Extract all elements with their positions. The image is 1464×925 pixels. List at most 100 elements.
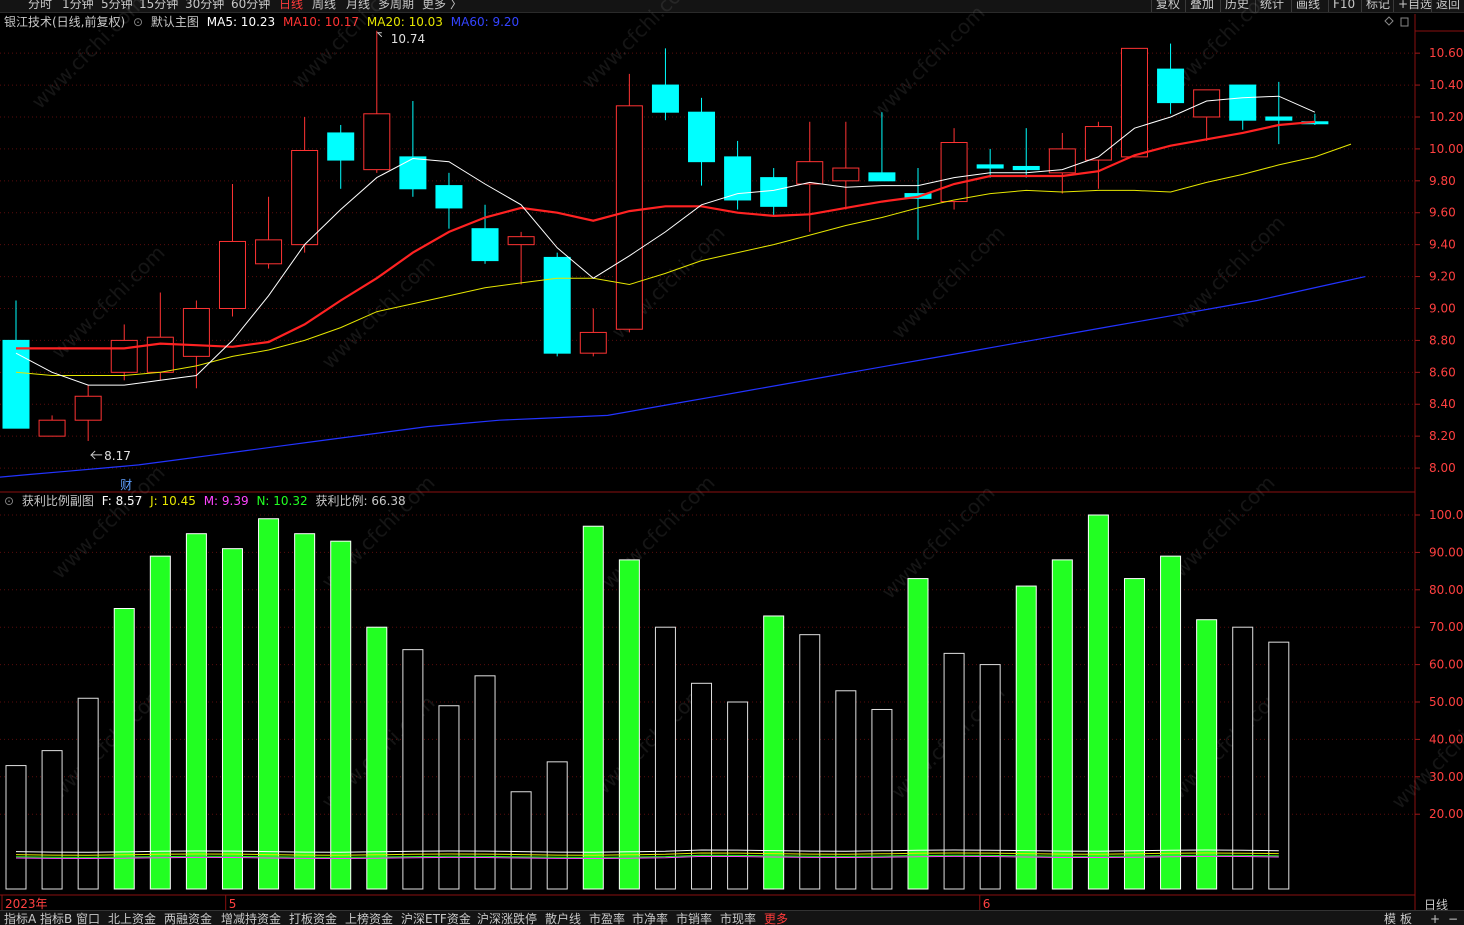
y-tick-label: 9.40	[1429, 238, 1456, 252]
watermark-text: www.cfchi.com	[1167, 211, 1290, 334]
ratio-bar-green	[618, 559, 640, 890]
ratio-bar-green	[1123, 578, 1145, 890]
watermark-text: www.cfchi.com	[887, 221, 1010, 344]
watermark-text: www.cfchi.com	[317, 251, 440, 374]
indicator-tab-9[interactable]: 沪深涨跌停	[477, 912, 537, 925]
candle-body-down	[760, 177, 788, 207]
ratio-bar-green	[221, 548, 243, 890]
indicator-tab-11[interactable]: 市盈率	[589, 912, 625, 925]
y-tick-label: 10.20	[1429, 110, 1463, 124]
watermark-text: www.cfchi.com	[877, 481, 1000, 604]
y-tick-label: 9.60	[1429, 206, 1456, 220]
indicator-tab-4[interactable]: 两融资金	[164, 912, 212, 925]
high-price-label: 10.74	[391, 32, 425, 46]
candle-body-up	[74, 395, 102, 421]
sub-y-tick-label: 90.00	[1429, 545, 1463, 559]
candle-body-down	[399, 156, 427, 190]
watermark-text: www.cfchi.com	[577, 0, 700, 94]
sub-y-tick-label: 70.00	[1429, 620, 1463, 634]
candle-body-down	[868, 172, 896, 182]
indicator-tab-8[interactable]: 沪深ETF资金	[401, 912, 471, 925]
candle-body-down	[976, 164, 1004, 169]
candle-body-down	[688, 111, 716, 163]
bottom-indicator-bar: 指标A 指标B 窗口 北上资金 两融资金 增减持资金 打板资金 上榜资金 沪深ETF资金 沪深涨跌…	[0, 910, 1464, 925]
y-tick-label: 8.60	[1429, 365, 1456, 379]
zoom-in-icon[interactable]: +	[1430, 912, 1440, 925]
ratio-bar-green	[258, 518, 280, 890]
ratio-bar-green	[113, 608, 135, 890]
candle-body-down	[1012, 165, 1040, 171]
indicator-tab-10[interactable]: 散户线	[545, 912, 581, 925]
candle-body-up	[110, 339, 138, 373]
ma60-line	[0, 276, 1366, 478]
indicator-tab-5[interactable]: 增减持资金	[221, 912, 281, 925]
indicator-tab-1[interactable]: 指标B	[40, 912, 72, 925]
template-a-button[interactable]: 模	[1384, 912, 1396, 925]
ratio-bar-green	[1087, 514, 1109, 890]
ratio-bar	[5, 765, 27, 890]
candle-body-up	[1120, 47, 1148, 158]
sub-y-tick-label: 60.00	[1429, 658, 1463, 672]
candle-body-down	[435, 185, 463, 209]
ratio-bar-green	[1196, 619, 1218, 890]
ratio-bar-green	[1160, 555, 1182, 890]
sub-y-tick-label: 80.00	[1429, 583, 1463, 597]
ratio-bar	[943, 652, 965, 890]
y-tick-label: 10.40	[1429, 78, 1463, 92]
candle-body-up	[832, 167, 860, 182]
indicator-tab-13[interactable]: 市销率	[676, 912, 712, 925]
finance-marker[interactable]: 财	[120, 478, 132, 492]
indicator-tab-0[interactable]: 指标A	[4, 912, 36, 925]
ratio-bar-green	[1015, 585, 1037, 890]
zoom-out-icon[interactable]: −	[1448, 912, 1458, 925]
ratio-bar	[438, 705, 460, 890]
indicator-tab-15[interactable]: 更多	[764, 912, 788, 925]
indicator-tab-14[interactable]: 市现率	[720, 912, 756, 925]
ratio-bar	[510, 791, 532, 890]
low-arrow-icon	[89, 450, 103, 460]
ratio-bar	[402, 649, 424, 890]
window-icon[interactable]	[1400, 17, 1409, 27]
candle-body-up	[38, 419, 66, 437]
ma10-line	[16, 120, 1315, 350]
y-tick-label: 10.60	[1429, 46, 1463, 60]
candlestick-chart[interactable]: www.cfchi.com www.cfchi.com www.cfchi.com w…	[0, 0, 1464, 924]
indicator-tab-7[interactable]: 上榜资金	[345, 912, 393, 925]
y-tick-label: 8.80	[1429, 333, 1456, 347]
candle-body-down	[1265, 116, 1293, 121]
ratio-bar-green	[1051, 559, 1073, 890]
template-b-button[interactable]: 板	[1400, 912, 1412, 925]
candle-body-up	[796, 161, 824, 185]
sub-y-tick-label: 100.00	[1429, 508, 1464, 522]
indicator-tab-6[interactable]: 打板资金	[289, 912, 337, 925]
ratio-bar	[41, 750, 63, 890]
x-tick-label: 5	[229, 897, 237, 911]
candle-body-up	[218, 240, 246, 309]
candle-body-up	[579, 331, 607, 354]
indicator-tab-2[interactable]: 窗口	[76, 912, 100, 925]
watermark-text: www.cfchi.com	[27, 0, 150, 114]
diamond-icon[interactable]	[1384, 16, 1394, 26]
watermark-text: www.cfchi.com	[867, 1, 990, 124]
sub-y-tick-label: 50.00	[1429, 695, 1463, 709]
ratio-bar-green	[763, 615, 785, 890]
sub-y-tick-label: 20.00	[1429, 807, 1463, 821]
x-tick-label: 2023年	[5, 897, 48, 911]
candle-body-down	[1157, 68, 1185, 104]
indicator-tab-12[interactable]: 市净率	[632, 912, 668, 925]
candle-body-down	[1229, 84, 1257, 121]
y-tick-label: 9.00	[1429, 301, 1456, 315]
indicator-tab-3[interactable]: 北上资金	[108, 912, 156, 925]
ratio-bar	[835, 690, 857, 890]
ratio-bar	[546, 761, 568, 890]
candle-body-down	[543, 256, 571, 354]
sub-y-tick-label: 40.00	[1429, 732, 1463, 746]
y-tick-label: 8.00	[1429, 461, 1456, 475]
watermark-text: www.cfchi.com	[287, 0, 410, 94]
candle-body-down	[651, 84, 679, 113]
candle-body-up	[1193, 89, 1221, 118]
y-tick-label: 10.00	[1429, 142, 1463, 156]
x-tick-label: 6	[983, 897, 991, 911]
candle-body-down	[327, 132, 355, 161]
y-tick-label: 8.20	[1429, 429, 1456, 443]
